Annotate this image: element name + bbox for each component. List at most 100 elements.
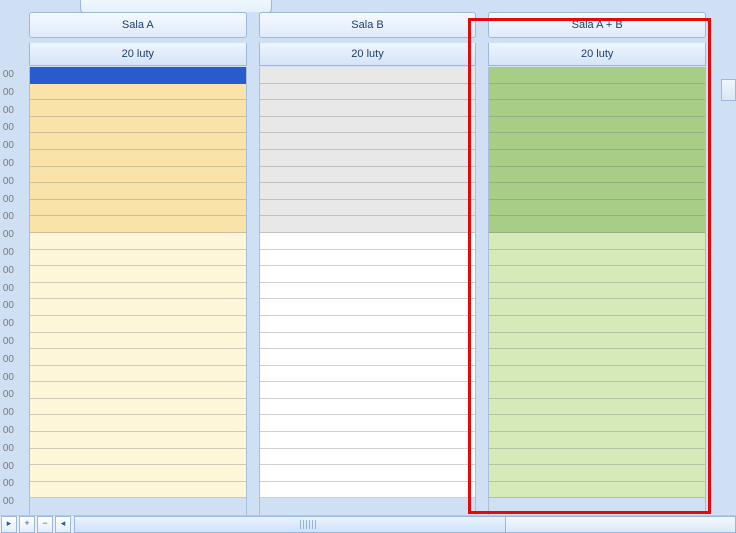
time-slot[interactable] bbox=[260, 183, 476, 200]
time-grid[interactable] bbox=[29, 67, 247, 516]
horizontal-scrollbar-thumb[interactable] bbox=[75, 517, 506, 532]
time-slot[interactable] bbox=[30, 266, 246, 283]
time-slot[interactable] bbox=[489, 150, 705, 167]
time-slot[interactable] bbox=[489, 84, 705, 101]
time-slot[interactable] bbox=[260, 432, 476, 449]
time-gutter-label: 00 bbox=[0, 245, 15, 263]
time-slot[interactable] bbox=[30, 283, 246, 300]
time-slot[interactable] bbox=[489, 67, 705, 84]
time-slot[interactable] bbox=[30, 333, 246, 350]
time-slot[interactable] bbox=[260, 283, 476, 300]
nav-remove-button[interactable]: − bbox=[37, 516, 53, 533]
time-slot[interactable] bbox=[489, 250, 705, 267]
time-slot[interactable] bbox=[260, 449, 476, 466]
time-slot[interactable] bbox=[30, 482, 246, 499]
time-slot[interactable] bbox=[260, 382, 476, 399]
time-slot[interactable] bbox=[260, 299, 476, 316]
column-room-header[interactable]: Sala A bbox=[29, 12, 247, 38]
time-slot[interactable] bbox=[30, 133, 246, 150]
column-date-header[interactable]: 20 luty bbox=[259, 43, 477, 66]
time-slot[interactable] bbox=[260, 100, 476, 117]
time-gutter-label: 00 bbox=[0, 209, 15, 227]
time-slot[interactable] bbox=[30, 233, 246, 250]
time-gutter-label: 00 bbox=[0, 441, 15, 459]
time-slot[interactable] bbox=[260, 167, 476, 184]
time-slot[interactable] bbox=[30, 465, 246, 482]
time-slot[interactable] bbox=[489, 266, 705, 283]
time-slot[interactable] bbox=[489, 100, 705, 117]
time-slot[interactable] bbox=[30, 167, 246, 184]
time-slot[interactable] bbox=[30, 449, 246, 466]
time-slot[interactable] bbox=[489, 349, 705, 366]
time-slot[interactable] bbox=[260, 150, 476, 167]
time-grid[interactable] bbox=[488, 67, 706, 516]
time-slot[interactable] bbox=[489, 283, 705, 300]
time-slot[interactable] bbox=[489, 216, 705, 233]
time-slot[interactable] bbox=[489, 233, 705, 250]
nav-add-button[interactable]: + bbox=[19, 516, 35, 533]
time-slot[interactable] bbox=[489, 449, 705, 466]
time-slot[interactable] bbox=[260, 200, 476, 217]
time-slot[interactable] bbox=[260, 216, 476, 233]
time-slot[interactable] bbox=[30, 117, 246, 134]
time-slot[interactable] bbox=[30, 349, 246, 366]
nav-first-button[interactable]: ▸ bbox=[1, 516, 17, 533]
time-slot[interactable] bbox=[260, 465, 476, 482]
time-slot[interactable] bbox=[260, 399, 476, 416]
time-slot[interactable] bbox=[260, 67, 476, 84]
time-slot[interactable] bbox=[489, 382, 705, 399]
time-slot[interactable] bbox=[489, 299, 705, 316]
time-slot[interactable] bbox=[30, 150, 246, 167]
time-slot[interactable] bbox=[489, 415, 705, 432]
time-slot[interactable] bbox=[30, 84, 246, 101]
time-gutter-label: 00 bbox=[0, 120, 15, 138]
time-slot[interactable] bbox=[260, 117, 476, 134]
horizontal-scrollbar[interactable] bbox=[74, 516, 736, 533]
time-slot[interactable] bbox=[489, 316, 705, 333]
time-slot[interactable] bbox=[30, 399, 246, 416]
time-slot[interactable] bbox=[260, 316, 476, 333]
time-slot[interactable] bbox=[260, 333, 476, 350]
time-slot[interactable] bbox=[260, 482, 476, 499]
column-a: Sala A 20 luty bbox=[23, 12, 253, 516]
time-slot[interactable] bbox=[30, 200, 246, 217]
column-room-header[interactable]: Sala A + B bbox=[488, 12, 706, 38]
time-slot[interactable] bbox=[489, 167, 705, 184]
time-slot[interactable] bbox=[30, 216, 246, 233]
time-slot[interactable] bbox=[489, 432, 705, 449]
time-gutter-label: 00 bbox=[0, 405, 15, 423]
time-gutter-label: 00 bbox=[0, 494, 15, 512]
time-slot[interactable] bbox=[30, 183, 246, 200]
time-slot[interactable] bbox=[260, 349, 476, 366]
time-slot[interactable] bbox=[260, 233, 476, 250]
time-slot[interactable] bbox=[260, 250, 476, 267]
time-slot[interactable] bbox=[260, 133, 476, 150]
time-slot[interactable] bbox=[30, 415, 246, 432]
time-slot[interactable] bbox=[30, 299, 246, 316]
vertical-scroll-up-button[interactable] bbox=[721, 79, 736, 101]
time-slot[interactable] bbox=[489, 333, 705, 350]
time-slot[interactable] bbox=[30, 382, 246, 399]
time-slot[interactable] bbox=[260, 415, 476, 432]
time-slot[interactable] bbox=[489, 133, 705, 150]
time-slot[interactable] bbox=[489, 183, 705, 200]
time-slot[interactable] bbox=[30, 432, 246, 449]
column-date-header[interactable]: 20 luty bbox=[29, 43, 247, 66]
time-slot[interactable] bbox=[30, 100, 246, 117]
time-slot[interactable] bbox=[260, 84, 476, 101]
time-slot[interactable] bbox=[489, 399, 705, 416]
time-slot[interactable] bbox=[260, 266, 476, 283]
time-slot[interactable] bbox=[489, 117, 705, 134]
time-slot[interactable] bbox=[489, 200, 705, 217]
time-slot[interactable] bbox=[260, 366, 476, 383]
nav-last-button[interactable]: ◂ bbox=[55, 516, 71, 533]
time-slot[interactable] bbox=[30, 250, 246, 267]
column-date-header[interactable]: 20 luty bbox=[488, 43, 706, 66]
time-grid[interactable] bbox=[259, 67, 477, 516]
time-slot[interactable] bbox=[30, 316, 246, 333]
time-slot[interactable] bbox=[489, 366, 705, 383]
time-slot[interactable] bbox=[30, 366, 246, 383]
time-slot[interactable] bbox=[489, 465, 705, 482]
column-room-header[interactable]: Sala B bbox=[259, 12, 477, 38]
time-slot[interactable] bbox=[489, 482, 705, 499]
